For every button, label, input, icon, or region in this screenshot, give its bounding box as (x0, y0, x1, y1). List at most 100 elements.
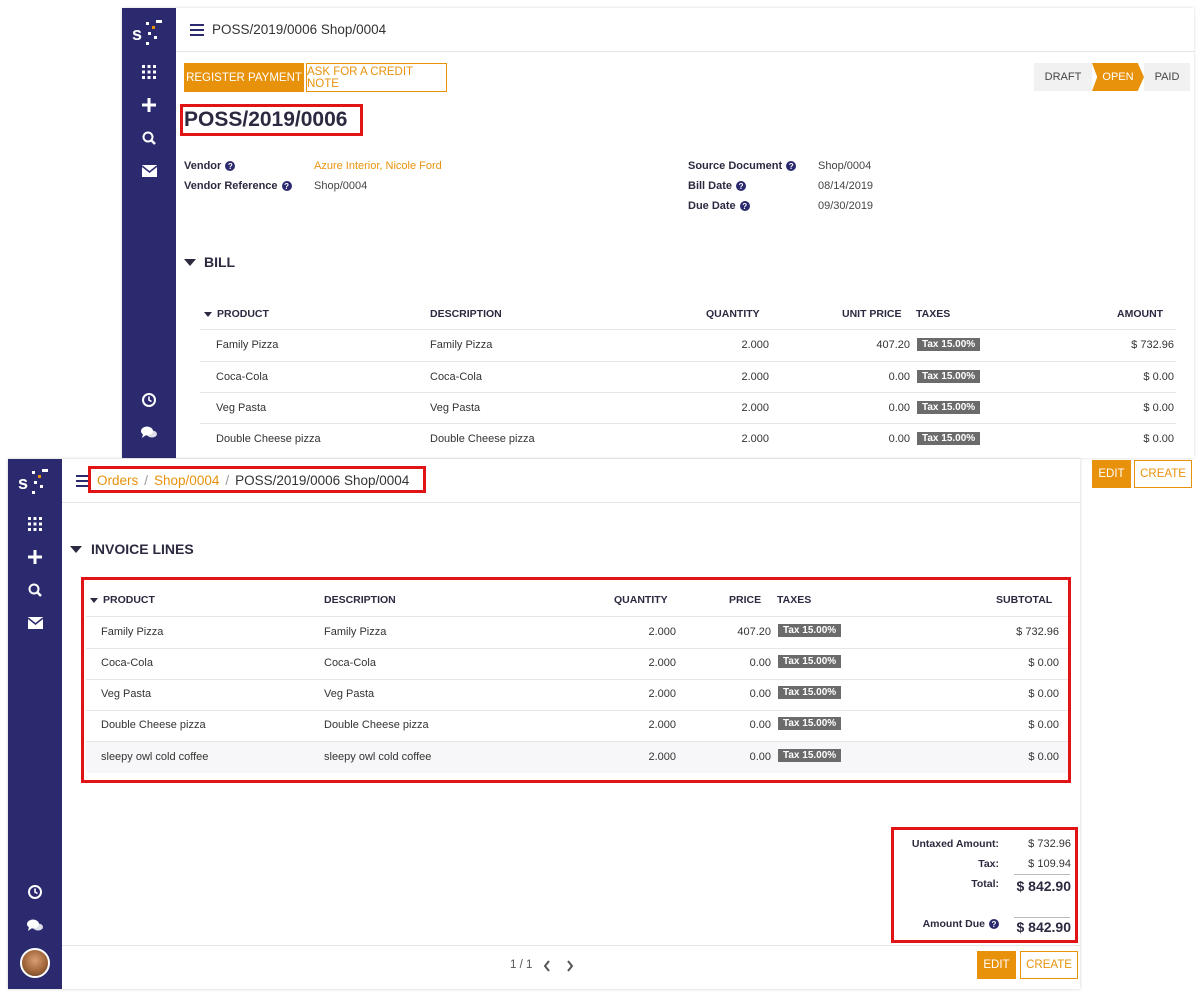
cell-quantity: 2.000 (741, 339, 769, 351)
back-sidebar: s (122, 8, 176, 458)
col-product-label: PRODUCT (217, 308, 269, 320)
bill-section-title: BILL (204, 254, 236, 270)
vendor-label: Vendor? (184, 160, 236, 172)
cell-product: Coca-Cola (216, 371, 268, 383)
search-icon[interactable] (25, 580, 45, 600)
help-icon[interactable]: ? (225, 161, 236, 171)
highlight-breadcrumb (88, 466, 426, 493)
pager-prev-icon[interactable] (542, 959, 554, 973)
back-window: s POSS/2019/0006 Shop/0004 REGISTER PAYM… (122, 8, 1194, 458)
source-doc-value: Shop/0004 (818, 160, 872, 172)
back-edit-button[interactable]: EDIT (1092, 460, 1131, 488)
chat-icon[interactable] (139, 423, 159, 443)
invoice-lines-toggle[interactable]: INVOICE LINES (70, 541, 194, 557)
pager-value: 1 / 1 (510, 959, 533, 971)
cell-quantity: 2.000 (741, 371, 769, 383)
cell-quantity: 2.000 (741, 433, 769, 445)
sort-caret-icon (204, 311, 212, 317)
source-doc-label: Source Document? (688, 160, 797, 172)
divider (200, 361, 1176, 362)
plus-icon[interactable] (139, 95, 159, 115)
bill-date-value: 08/14/2019 (818, 180, 874, 192)
collapse-caret-icon (184, 258, 196, 266)
apps-grid-icon[interactable] (25, 514, 45, 534)
app-logo[interactable]: s (18, 467, 50, 503)
highlight-invoice-lines (81, 577, 1071, 783)
status-open[interactable]: OPEN (1092, 63, 1144, 91)
create-button[interactable]: CREATE (1020, 951, 1078, 979)
tax-badge: Tax 15.00% (917, 432, 981, 445)
help-icon[interactable]: ? (736, 181, 747, 191)
vendor-ref-value: Shop/0004 (314, 180, 368, 192)
vendor-value[interactable]: Azure Interior, Nicole Ford (314, 160, 442, 172)
status-draft[interactable]: DRAFT (1034, 63, 1092, 91)
source-doc-label-text: Source Document (688, 160, 783, 172)
cell-price: 0.00 (888, 433, 910, 445)
clock-icon[interactable] (139, 390, 159, 410)
clock-icon[interactable] (25, 882, 45, 902)
cell-product: Family Pizza (216, 339, 279, 351)
col-unit-price[interactable]: UNIT PRICE (842, 308, 902, 320)
menu-toggle-icon[interactable] (190, 23, 204, 36)
cell-description: Veg Pasta (430, 402, 481, 414)
vendor-ref-label: Vendor Reference? (184, 180, 292, 192)
cell-description: Family Pizza (430, 339, 493, 351)
due-date-value: 09/30/2019 (818, 200, 874, 212)
app-logo[interactable]: s (132, 18, 164, 54)
plus-icon[interactable] (25, 547, 45, 567)
cell-amount: $ 0.00 (1143, 433, 1174, 445)
cell-amount: $ 0.00 (1143, 371, 1174, 383)
svg-text:s: s (18, 473, 28, 493)
divider (200, 329, 1176, 330)
col-taxes[interactable]: TAXES (916, 308, 950, 320)
due-date-label: Due Date? (688, 200, 750, 212)
cell-product: Veg Pasta (216, 402, 267, 414)
breadcrumb-current: POSS/2019/0006 Shop/0004 (212, 22, 387, 37)
vendor-label-text: Vendor (184, 160, 222, 172)
col-product[interactable]: PRODUCT (204, 308, 269, 320)
front-window: s Orders / Shop/0004 / POSS/2019/0006 Sh… (8, 459, 1080, 989)
highlight-totals (891, 827, 1078, 943)
due-date-label-text: Due Date (688, 200, 736, 212)
bill-date-label-text: Bill Date (688, 180, 733, 192)
bill-section-toggle[interactable]: BILL (184, 254, 235, 270)
footer-divider (62, 945, 1080, 946)
chat-icon[interactable] (25, 916, 45, 936)
register-payment-button[interactable]: REGISTER PAYMENT (184, 63, 304, 92)
collapse-caret-icon (70, 545, 82, 553)
col-amount[interactable]: AMOUNT (1117, 308, 1163, 320)
cell-product: Double Cheese pizza (216, 433, 321, 445)
cell-description: Coca-Cola (430, 371, 482, 383)
back-create-button[interactable]: CREATE (1134, 460, 1192, 488)
mail-icon[interactable] (139, 161, 159, 181)
col-description[interactable]: DESCRIPTION (430, 308, 502, 320)
help-icon[interactable]: ? (739, 201, 750, 211)
avatar[interactable] (20, 948, 50, 978)
mail-icon[interactable] (25, 613, 45, 633)
cell-description: Double Cheese pizza (430, 433, 535, 445)
highlight-title (180, 104, 363, 136)
tax-badge: Tax 15.00% (917, 370, 981, 383)
bill-date-label: Bill Date? (688, 180, 747, 192)
vendor-ref-label-text: Vendor Reference (184, 180, 278, 192)
cell-price: 0.00 (888, 371, 910, 383)
credit-note-button[interactable]: ASK FOR A CREDIT NOTE (306, 63, 447, 92)
help-icon[interactable]: ? (786, 161, 797, 171)
cell-amount: $ 0.00 (1143, 402, 1174, 414)
apps-grid-icon[interactable] (139, 62, 159, 82)
tax-badge: Tax 15.00% (917, 338, 981, 351)
cell-quantity: 2.000 (741, 402, 769, 414)
back-topbar: POSS/2019/0006 Shop/0004 (176, 8, 1194, 52)
status-paid[interactable]: PAID (1144, 63, 1190, 91)
tax-badge: Tax 15.00% (917, 401, 981, 414)
col-quantity[interactable]: QUANTITY (706, 308, 760, 320)
search-icon[interactable] (139, 128, 159, 148)
pager-next-icon[interactable] (565, 959, 577, 973)
help-icon[interactable]: ? (281, 181, 292, 191)
edit-button[interactable]: EDIT (977, 951, 1016, 979)
cell-amount: $ 732.96 (1131, 339, 1174, 351)
divider (200, 423, 1176, 424)
cell-price: 0.00 (888, 402, 910, 414)
invoice-lines-title: INVOICE LINES (91, 541, 194, 557)
svg-text:s: s (132, 24, 142, 44)
